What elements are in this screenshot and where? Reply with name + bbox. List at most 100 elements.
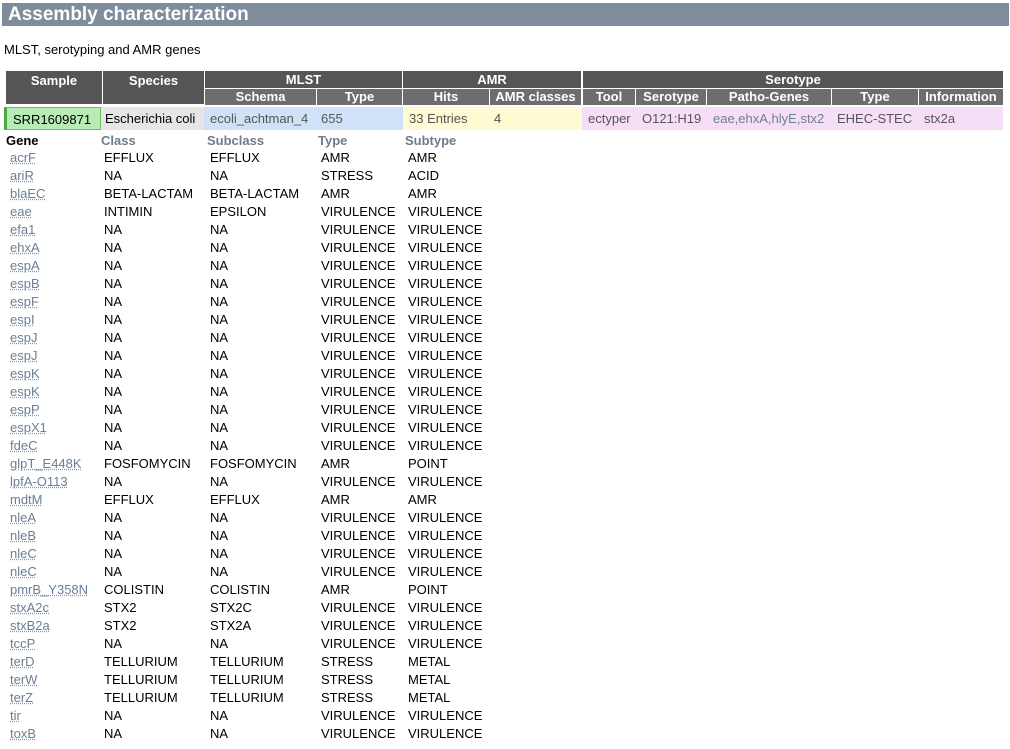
gene-class: TELLURIUM xyxy=(104,672,178,687)
gene-column-header[interactable]: Gene xyxy=(6,133,39,148)
gene-subtype: VIRULENCE xyxy=(408,402,483,417)
gene-link[interactable]: lpfA-O113 xyxy=(10,474,68,490)
gene-subclass: EPSILON xyxy=(210,204,267,219)
header-sero-type[interactable]: Type xyxy=(832,89,918,105)
gene-link[interactable]: ariR xyxy=(10,168,34,184)
gene-link[interactable]: stxA2c xyxy=(10,600,49,616)
gene-class: NA xyxy=(104,546,123,561)
gene-link[interactable]: terZ xyxy=(10,690,33,706)
gene-link[interactable]: fdeC xyxy=(10,438,37,454)
gene-link[interactable]: espA xyxy=(10,258,40,274)
gene-subtype: VIRULENCE xyxy=(408,618,483,633)
gene-type: VIRULENCE xyxy=(321,276,396,291)
gene-link[interactable]: espJ xyxy=(10,348,37,364)
gene-class: NA xyxy=(104,384,123,399)
gene-subclass: NA xyxy=(210,348,229,363)
gene-class: NA xyxy=(104,330,123,345)
gene-link[interactable]: espK xyxy=(10,366,40,382)
amr-hits-cell[interactable]: 33 Entries xyxy=(403,107,490,130)
gene-link[interactable]: blaEC xyxy=(10,186,45,202)
gene-subclass: NA xyxy=(210,222,229,237)
gene-type: VIRULENCE xyxy=(321,402,396,417)
gene-subtype: VIRULENCE xyxy=(408,222,483,237)
gene-link[interactable]: nleC xyxy=(10,564,37,580)
gene-subclass: NA xyxy=(210,366,229,381)
gene-link[interactable]: efa1 xyxy=(10,222,35,238)
gene-link[interactable]: espB xyxy=(10,276,40,292)
header-information[interactable]: Information xyxy=(919,89,1003,105)
gene-link[interactable]: toxB xyxy=(10,726,36,742)
patho-genes-cell[interactable]: eae,ehxA,hlyE,stx2 xyxy=(707,107,832,130)
gene-link[interactable]: ehxA xyxy=(10,240,40,256)
sample-cell[interactable]: SRR1609871 xyxy=(4,107,101,130)
amr-classes-cell: 4 xyxy=(490,107,582,130)
gene-link[interactable]: espF xyxy=(10,294,39,310)
header-hits[interactable]: Hits xyxy=(403,89,489,105)
gene-class: NA xyxy=(104,420,123,435)
gene-link[interactable]: mdtM xyxy=(10,492,43,508)
gene-link[interactable]: glpT_E448K xyxy=(10,456,82,472)
gene-subclass: EFFLUX xyxy=(210,492,260,507)
gene-link[interactable]: nleC xyxy=(10,546,37,562)
header-schema[interactable]: Schema xyxy=(205,89,316,105)
header-amr-classes[interactable]: AMR classes xyxy=(490,89,581,105)
class-column-header[interactable]: Class xyxy=(101,133,136,148)
gene-link[interactable]: nleA xyxy=(10,510,36,526)
gene-class: INTIMIN xyxy=(104,204,153,219)
header-mlst-type[interactable]: Type xyxy=(317,89,402,105)
mlst-schema-cell: ecoli_achtman_4 xyxy=(204,107,317,130)
gene-subtype: VIRULENCE xyxy=(408,312,483,327)
gene-type: VIRULENCE xyxy=(321,348,396,363)
gene-link[interactable]: terD xyxy=(10,654,35,670)
gene-link[interactable]: espJ xyxy=(10,330,37,346)
gene-subtype: AMR xyxy=(408,150,437,165)
gene-subclass: NA xyxy=(210,384,229,399)
gene-link[interactable]: eae xyxy=(10,204,32,220)
gene-type: VIRULENCE xyxy=(321,366,396,381)
gene-subtype: VIRULENCE xyxy=(408,294,483,309)
gene-subclass: NA xyxy=(210,330,229,345)
gene-subclass: NA xyxy=(210,726,229,741)
gene-subclass: NA xyxy=(210,240,229,255)
gene-link[interactable]: tir xyxy=(10,708,21,724)
gene-type: VIRULENCE xyxy=(321,240,396,255)
serotype-cell: O121:H19 xyxy=(636,107,707,130)
gene-subtype: VIRULENCE xyxy=(408,636,483,651)
gene-type: VIRULENCE xyxy=(321,474,396,489)
gene-class: NA xyxy=(104,636,123,651)
header-species-fill xyxy=(103,88,204,104)
gene-type: STRESS xyxy=(321,672,374,687)
gene-link[interactable]: tccP xyxy=(10,636,35,652)
gene-class: TELLURIUM xyxy=(104,690,178,705)
subtype-column-header[interactable]: Subtype xyxy=(405,133,456,148)
gene-subclass: NA xyxy=(210,708,229,723)
gene-link[interactable]: acrF xyxy=(10,150,36,166)
gene-link[interactable]: espX1 xyxy=(10,420,47,436)
header-serotype-value[interactable]: Serotype xyxy=(636,89,706,105)
gene-link[interactable]: espK xyxy=(10,384,40,400)
gene-subtype: AMR xyxy=(408,186,437,201)
gene-subclass: STX2A xyxy=(210,618,252,633)
gene-link[interactable]: espI xyxy=(10,312,35,328)
gene-subclass: NA xyxy=(210,528,229,543)
type-column-header[interactable]: Type xyxy=(318,133,347,148)
gene-subtype: AMR xyxy=(408,492,437,507)
title-bar: Assembly characterization xyxy=(2,3,1009,26)
subclass-column-header[interactable]: Subclass xyxy=(207,133,264,148)
gene-subtype: POINT xyxy=(408,456,448,471)
gene-link[interactable]: pmrB_Y358N xyxy=(10,582,88,598)
species-cell: Escherichia coli xyxy=(101,107,204,130)
gene-subtype: VIRULENCE xyxy=(408,510,483,525)
gene-class: NA xyxy=(104,402,123,417)
gene-link[interactable]: espP xyxy=(10,402,40,418)
mlst-type-cell: 655 xyxy=(317,107,403,130)
gene-class: NA xyxy=(104,222,123,237)
header-patho-genes[interactable]: Patho-Genes xyxy=(707,89,831,105)
header-tool[interactable]: Tool xyxy=(583,89,635,105)
gene-link[interactable]: stxB2a xyxy=(10,618,50,634)
gene-link[interactable]: terW xyxy=(10,672,37,688)
gene-type: VIRULENCE xyxy=(321,312,396,327)
gene-type: VIRULENCE xyxy=(321,546,396,561)
gene-link[interactable]: nleB xyxy=(10,528,36,544)
gene-subtype: VIRULENCE xyxy=(408,564,483,579)
